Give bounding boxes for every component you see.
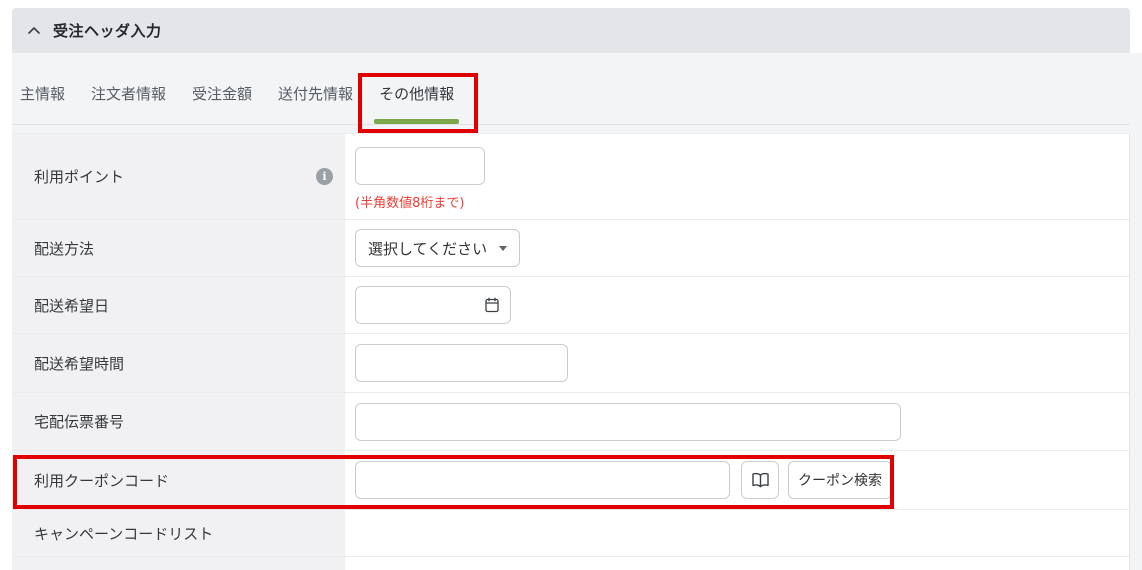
tab-shipping-info[interactable]: 送付先情報: [278, 83, 353, 124]
right-gutter: [1130, 133, 1142, 570]
row-points-label-cell: 利用ポイント: [12, 134, 345, 219]
row-clipped: [12, 557, 1129, 570]
order-entry-page: 受注ヘッダ入力 主情報 注文者情報 受注金額 送付先情報 その他情報 利用ポイン…: [0, 0, 1142, 570]
row-points-value-cell: (半角数値8桁まで): [345, 134, 1129, 219]
section-header-toggle[interactable]: 受注ヘッダ入力: [12, 8, 1130, 53]
tab-strip: 主情報 注文者情報 受注金額 送付先情報 その他情報: [12, 53, 1142, 133]
tracking-number-input[interactable]: [355, 402, 901, 441]
calendar-icon[interactable]: [484, 297, 500, 313]
points-note: (半角数値8桁まで): [355, 196, 465, 211]
row-tracking-number: 宅配伝票番号: [12, 393, 1129, 451]
row-delivery-date: 配送希望日: [12, 277, 1129, 334]
coupon-search-button[interactable]: クーポン検索: [788, 461, 892, 499]
row-campaign-code-list: キャンペーンコードリスト: [12, 510, 1129, 557]
row-points: 利用ポイント (半角数値8桁まで): [12, 134, 1129, 220]
tab-strip-divider: [12, 124, 1130, 125]
coupon-code-input[interactable]: [355, 461, 730, 499]
row-points-label: 利用ポイント: [34, 168, 125, 186]
chevron-down-icon: [499, 245, 508, 251]
row-delivery-time-label: 配送希望時間: [34, 354, 125, 373]
row-shipping-method: 配送方法 選択してください: [12, 220, 1129, 277]
shipping-method-select[interactable]: 選択してください: [355, 229, 521, 267]
form-table: 利用ポイント (半角数値8桁まで) 配送方法 選択してください 配送希望日: [12, 133, 1130, 570]
delivery-date-field: [355, 286, 511, 324]
row-tracking-number-label: 宅配伝票番号: [34, 413, 125, 431]
coupon-master-lookup-button[interactable]: [741, 461, 779, 499]
tab-list: 主情報 注文者情報 受注金額 送付先情報 その他情報: [20, 83, 460, 124]
tab-main-info[interactable]: 主情報: [20, 83, 65, 124]
info-icon[interactable]: [316, 168, 333, 185]
tab-other-info[interactable]: その他情報: [374, 83, 460, 124]
row-delivery-date-label: 配送希望日: [34, 296, 110, 315]
tab-order-amount[interactable]: 受注金額: [192, 83, 252, 124]
row-campaign-code-list-label: キャンペーンコードリスト: [34, 524, 214, 543]
chevron-up-icon: [28, 27, 40, 34]
section-title: 受注ヘッダ入力: [53, 22, 162, 40]
shipping-method-selected-value: 選択してください: [368, 239, 488, 258]
row-coupon-code: 利用クーポンコード クーポン検索: [12, 451, 1129, 510]
campaign-code-list-value: [345, 510, 1129, 556]
tab-orderer-info[interactable]: 注文者情報: [91, 83, 166, 124]
book-icon: [751, 472, 770, 488]
delivery-time-input[interactable]: [355, 344, 568, 382]
points-input[interactable]: [355, 147, 485, 185]
row-shipping-method-label: 配送方法: [34, 239, 95, 258]
row-delivery-time: 配送希望時間: [12, 334, 1129, 393]
row-coupon-code-label: 利用クーポンコード: [34, 471, 170, 490]
